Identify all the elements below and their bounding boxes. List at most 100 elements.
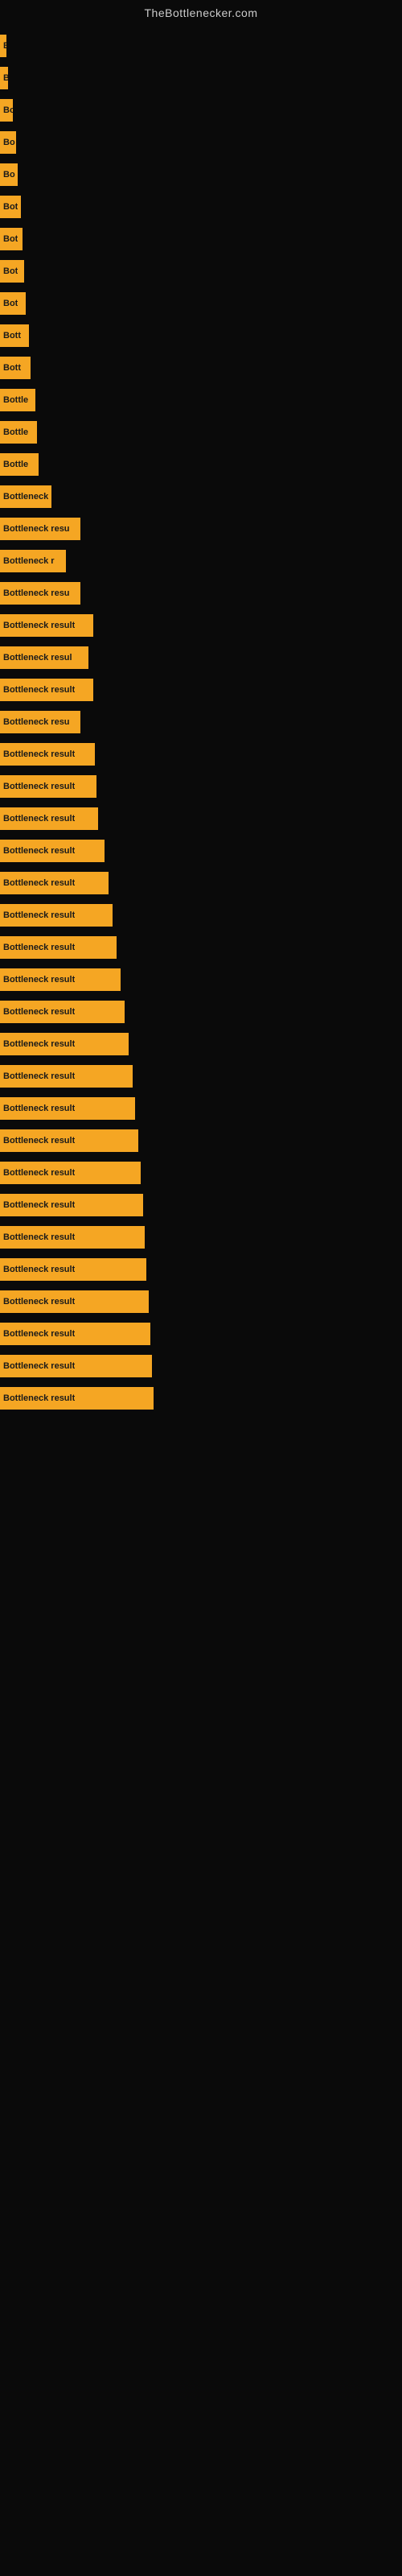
bar-label: Bottleneck result (3, 1232, 75, 1242)
bar-row: Bottleneck result (0, 868, 402, 898)
bar-row: Bot (0, 192, 402, 222)
bar: Bottleneck result (0, 807, 98, 830)
bar-row: Bottleneck result (0, 836, 402, 866)
bar: Bottleneck resu (0, 711, 80, 733)
bar-label: Bottleneck result (3, 1393, 75, 1403)
bar-row: Bot (0, 256, 402, 287)
bar-row: Bottleneck result (0, 771, 402, 802)
bar-row: Bottleneck result (0, 1190, 402, 1220)
bar-row: Bott (0, 320, 402, 351)
bar: Bottleneck result (0, 936, 117, 959)
bar-row: Bottleneck result (0, 1254, 402, 1285)
bar-label: Bottleneck r (3, 556, 55, 566)
bar: Bot (0, 228, 23, 250)
bar: Bottleneck result (0, 1129, 138, 1152)
bar-label: Bottleneck result (3, 685, 75, 695)
bar-label: Bottleneck result (3, 1168, 75, 1178)
bar-row: Bottleneck result (0, 900, 402, 931)
bar: Bottleneck result (0, 1001, 125, 1023)
bar: Bottleneck result (0, 872, 109, 894)
bar-row: Bottleneck resu (0, 707, 402, 737)
bar: Bottleneck result (0, 1258, 146, 1281)
bar-row: Bo (0, 159, 402, 190)
bar: B (0, 67, 8, 89)
bar-label: Bottleneck result (3, 782, 75, 791)
bar: Bot (0, 196, 21, 218)
bar: Bottleneck result (0, 1226, 145, 1249)
bar: Bottleneck result (0, 1387, 154, 1410)
bar-label: Bottleneck result (3, 975, 75, 985)
bar-row: Bottleneck result (0, 1351, 402, 1381)
bar: Bottleneck result (0, 1162, 141, 1184)
bar-label: Bot (3, 299, 18, 308)
bar-label: Bo (3, 105, 13, 115)
bar-row: Bottleneck result (0, 997, 402, 1027)
bar-label: Bottle (3, 395, 28, 405)
bar-row: Bottleneck result (0, 610, 402, 641)
bar-row: Bottleneck result (0, 1061, 402, 1092)
bar: Bottleneck r (0, 550, 66, 572)
bar: Bottleneck result (0, 1033, 129, 1055)
bar-label: Bottleneck result (3, 1200, 75, 1210)
bar-label: Bottleneck result (3, 1104, 75, 1113)
bar: Bott (0, 357, 31, 379)
bar-row: Bottleneck resul (0, 642, 402, 673)
bar-label: Bottleneck result (3, 1361, 75, 1371)
bar-label: B (3, 73, 8, 83)
bar-label: Bottleneck resu (3, 524, 70, 534)
bar-label: Bottleneck result (3, 878, 75, 888)
bar-label: Bottle (3, 427, 28, 437)
bar-row: Bott (0, 353, 402, 383)
bar-row: Bottleneck result (0, 1158, 402, 1188)
bar: Bottleneck result (0, 679, 93, 701)
bar-label: Bottleneck result (3, 846, 75, 856)
bar-label: Bottleneck result (3, 910, 75, 920)
bar: Bott (0, 324, 29, 347)
bar-label: Bottleneck result (3, 1007, 75, 1017)
bar-label: Bottleneck result (3, 814, 75, 824)
bar-row: Bot (0, 288, 402, 319)
bar-row: Bottleneck result (0, 932, 402, 963)
site-title: TheBottlenecker.com (0, 0, 402, 23)
bar-row: Bottleneck result (0, 1029, 402, 1059)
bar-row: Bottle (0, 385, 402, 415)
bar-label: Bottle (3, 460, 28, 469)
bar-row: Bottleneck result (0, 964, 402, 995)
bar: Bottle (0, 453, 39, 476)
bar-label: Bottleneck (3, 492, 48, 502)
bar-row: Bottleneck resu (0, 578, 402, 609)
bar-row: Bottleneck result (0, 1125, 402, 1156)
bar: B (0, 35, 6, 57)
bar-row: B (0, 63, 402, 93)
bar: Bottleneck result (0, 1323, 150, 1345)
bar-label: Bottleneck result (3, 621, 75, 630)
bar-label: Bott (3, 363, 21, 373)
bar: Bo (0, 131, 16, 154)
bar-label: Bottleneck result (3, 1136, 75, 1146)
bar-label: Bottleneck resu (3, 717, 70, 727)
bar-label: Bottleneck result (3, 749, 75, 759)
bar: Bottleneck result (0, 968, 121, 991)
bar: Bottle (0, 421, 37, 444)
bar-label: Bot (3, 202, 18, 212)
bar-label: Bot (3, 234, 18, 244)
bar: Bottleneck result (0, 614, 93, 637)
bar: Bottleneck result (0, 743, 95, 766)
bar: Bottleneck result (0, 1290, 149, 1313)
bar-row: Bottleneck result (0, 739, 402, 770)
bar-label: B (3, 41, 6, 51)
bar: Bot (0, 292, 26, 315)
bar-label: Bot (3, 266, 18, 276)
bar-label: Bott (3, 331, 21, 341)
bar: Bottleneck resul (0, 646, 88, 669)
bar: Bottleneck result (0, 840, 105, 862)
bar-label: Bottleneck resul (3, 653, 72, 663)
bar-label: Bo (3, 138, 15, 147)
bar-row: Bottleneck result (0, 675, 402, 705)
bar-row: B (0, 31, 402, 61)
bar-label: Bottleneck result (3, 1329, 75, 1339)
bar-row: Bottleneck resu (0, 514, 402, 544)
bar-row: Bo (0, 127, 402, 158)
bar-label: Bottleneck resu (3, 588, 70, 598)
bar-row: Bottle (0, 449, 402, 480)
